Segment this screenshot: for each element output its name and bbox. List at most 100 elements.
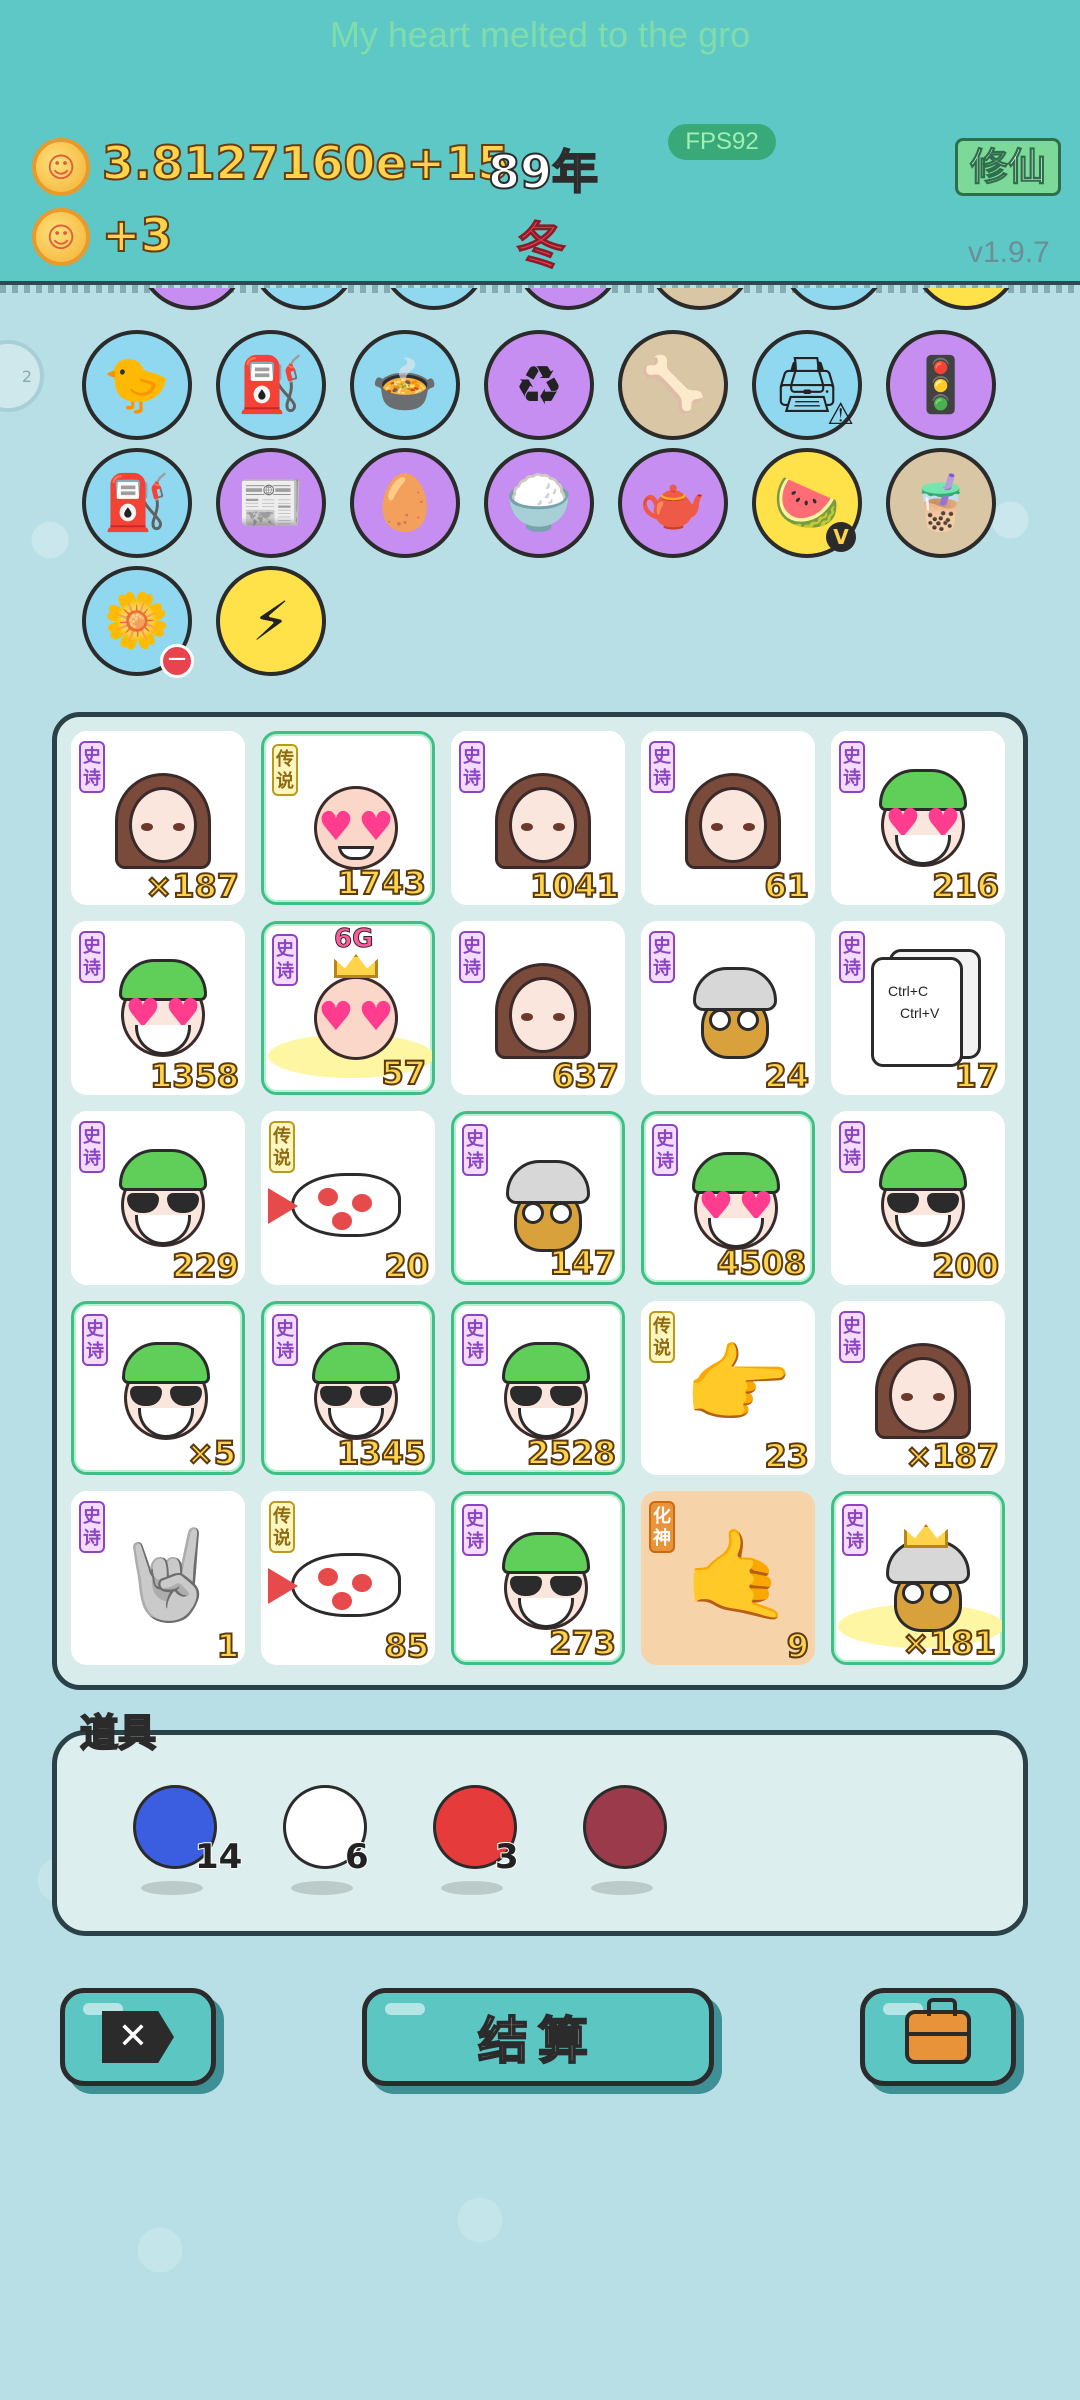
- girl-character-icon: [115, 769, 211, 869]
- prop-blueberry[interactable]: 14: [117, 1781, 243, 1901]
- cell-count: 24: [763, 1056, 810, 1095]
- rarity-tag: 化神: [649, 1501, 675, 1553]
- cap-shades-character-icon: [875, 1149, 971, 1249]
- cell-count: 273: [548, 1623, 617, 1662]
- rarity-tag: 史诗: [79, 741, 105, 793]
- board-cell[interactable]: 史诗 1041: [451, 731, 625, 905]
- rarity-tag: 史诗: [839, 1121, 865, 1173]
- recycle-icon[interactable]: ♻: [484, 330, 594, 440]
- rarity-tag: 传说: [272, 744, 298, 796]
- prop-quantity: 3: [494, 1836, 520, 1878]
- flower-pot-icon[interactable]: 🌼 −: [82, 566, 194, 678]
- cell-count: 229: [171, 1246, 240, 1285]
- skill-row-partial: [80, 288, 1020, 312]
- cell-count: 1743: [336, 863, 427, 902]
- board-cell[interactable]: 史诗 637: [451, 921, 625, 1095]
- game-year: 89年: [487, 144, 599, 200]
- board-cell[interactable]: 史诗 ×187: [71, 731, 245, 905]
- fruit-basket-icon[interactable]: 🍉 V: [752, 448, 862, 558]
- prop-white-bird[interactable]: 6: [267, 1781, 377, 1901]
- board-cell[interactable]: 🤙 化神 9: [641, 1491, 815, 1665]
- board-cell[interactable]: 6G 史诗 57: [261, 921, 435, 1095]
- cap-hearts-character-icon: [688, 1152, 784, 1252]
- settle-button[interactable]: 结算: [362, 1988, 714, 2086]
- bike-pump-icon[interactable]: ⛽: [216, 330, 326, 440]
- cell-count: 216: [931, 866, 1000, 905]
- cap-shades-character-icon: [308, 1342, 404, 1442]
- prop-strawberry[interactable]: 3: [417, 1781, 527, 1901]
- rarity-tag: 史诗: [272, 934, 298, 986]
- board-cell[interactable]: 史诗 4508: [641, 1111, 815, 1285]
- board-cell[interactable]: 史诗 ×181: [831, 1491, 1005, 1665]
- prop-lychee[interactable]: [567, 1781, 677, 1901]
- egg-face-icon[interactable]: 🥚: [350, 448, 460, 558]
- board-cell[interactable]: 传说 85: [261, 1491, 435, 1665]
- scrolling-message: My heart melted to the gro: [329, 14, 751, 55]
- board-cell[interactable]: 史诗 200: [831, 1111, 1005, 1285]
- board-cell[interactable]: 🤘 史诗 1: [71, 1491, 245, 1665]
- prop-quantity: 14: [194, 1836, 243, 1878]
- board-cell[interactable]: 史诗 2528: [451, 1301, 625, 1475]
- cell-count: 1345: [336, 1433, 427, 1472]
- exit-button[interactable]: ✕: [60, 1988, 216, 2086]
- character-board: 史诗 ×187 传说 1743 史诗 1041 史诗 61 史诗 216 史诗 1358 6G 史诗 57 史…: [52, 712, 1028, 1690]
- cell-count: 20: [383, 1246, 430, 1285]
- cell-count: 147: [548, 1243, 617, 1282]
- cell-count: ×187: [144, 866, 240, 905]
- cap-hearts-character-icon: [875, 769, 971, 869]
- gravy-boat-icon[interactable]: 🫖: [618, 448, 728, 558]
- traffic-light-icon[interactable]: 🚦: [886, 330, 996, 440]
- board-cell[interactable]: 史诗 ×187: [831, 1301, 1005, 1475]
- lychee-icon: [583, 1785, 667, 1869]
- bald-hearts-character-icon: [308, 772, 404, 872]
- rarity-tag: 史诗: [79, 1501, 105, 1553]
- cell-count: 17: [953, 1056, 1000, 1095]
- chick-egg-icon[interactable]: 🐤: [82, 330, 192, 440]
- rarity-tag: 史诗: [839, 741, 865, 793]
- rarity-tag: 传说: [269, 1501, 295, 1553]
- prop-quantity: 6: [344, 1836, 370, 1878]
- board-cell[interactable]: 史诗 61: [641, 731, 815, 905]
- board-cell[interactable]: 史诗 273: [451, 1491, 625, 1665]
- bird-character-icon: [498, 1152, 594, 1252]
- board-cell[interactable]: 史诗 ×5: [71, 1301, 245, 1475]
- board-cell[interactable]: Ctrl+C Ctrl+V 史诗 17: [831, 921, 1005, 1095]
- rarity-tag: 史诗: [842, 1504, 868, 1556]
- gold-coin-icon: ☺: [32, 138, 90, 196]
- cell-count: ×181: [901, 1623, 997, 1662]
- rarity-tag: 史诗: [79, 931, 105, 983]
- bubble-tea-icon[interactable]: 🧋: [886, 448, 996, 558]
- side-float-button[interactable]: 2: [0, 340, 44, 412]
- props-title: 道具: [79, 1710, 157, 1756]
- rarity-tag: 史诗: [839, 1311, 865, 1363]
- cap-shades-character-icon: [498, 1532, 594, 1632]
- pressure-cooker-icon[interactable]: 🍲: [350, 330, 460, 440]
- cultivation-mode-button[interactable]: 修仙: [955, 138, 1061, 196]
- board-cell[interactable]: 史诗 216: [831, 731, 1005, 905]
- dog-bowl-icon[interactable]: 🦴: [618, 330, 728, 440]
- ctrl-cv-icon: Ctrl+C Ctrl+V: [871, 957, 963, 1067]
- cap-shades-character-icon: [498, 1342, 594, 1442]
- board-cell[interactable]: 传说 1743: [261, 731, 435, 905]
- rice-bowl-icon[interactable]: 🍚: [484, 448, 594, 558]
- board-cell[interactable]: 史诗 147: [451, 1111, 625, 1285]
- crowned-bird-character-icon: [878, 1524, 974, 1632]
- inventory-button[interactable]: [860, 1988, 1016, 2086]
- board-cell[interactable]: 史诗 229: [71, 1111, 245, 1285]
- time-magazine-icon[interactable]: 📰: [216, 448, 326, 558]
- cell-count: 2528: [526, 1433, 617, 1472]
- fish-icon: [291, 1173, 401, 1237]
- board-cell[interactable]: 传说 20: [261, 1111, 435, 1285]
- cap-shades-character-icon: [118, 1342, 214, 1442]
- board-cell[interactable]: 史诗 24: [641, 921, 815, 1095]
- printer-warning-icon[interactable]: 🖨 ⚠: [752, 330, 862, 440]
- board-cell[interactable]: 史诗 1345: [261, 1301, 435, 1475]
- board-cell[interactable]: 史诗 1358: [71, 921, 245, 1095]
- lightning-icon[interactable]: ⚡: [216, 566, 326, 676]
- bike-pump-2-icon[interactable]: ⛽: [82, 448, 192, 558]
- girl-character-icon: [685, 769, 781, 869]
- cell-count: 9: [786, 1626, 810, 1665]
- board-cell[interactable]: 👉 传说 23: [641, 1301, 815, 1475]
- cell-count: 1358: [149, 1056, 240, 1095]
- rarity-tag: 史诗: [79, 1121, 105, 1173]
